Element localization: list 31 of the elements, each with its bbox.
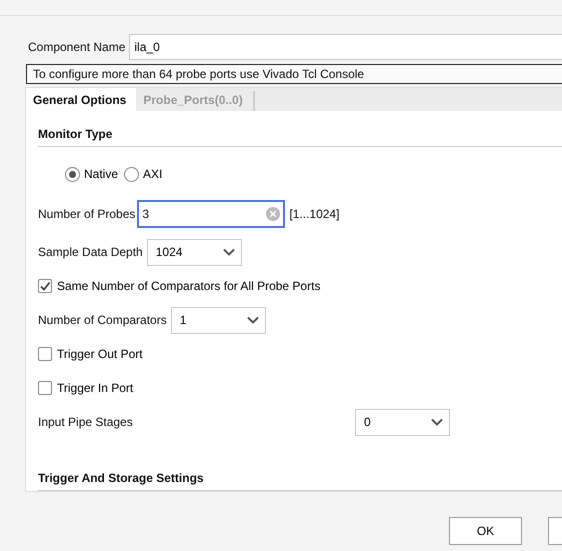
tab[interactable]: General Options — [26, 88, 136, 111]
field-label: Number of Comparators — [38, 312, 167, 329]
section-heading: Trigger And Storage Settings — [38, 469, 562, 491]
checkbox[interactable] — [38, 381, 52, 395]
chevron-icon — [431, 418, 443, 426]
field-label: Number of Probes — [38, 206, 136, 223]
radio-label[interactable]: Native — [84, 165, 118, 183]
checkbox[interactable] — [38, 347, 52, 361]
clear-icon[interactable] — [266, 207, 280, 221]
info-banner: To configure more than 64 probe ports use Vivado Tcl Console — [26, 64, 562, 84]
dropdown[interactable]: 0 — [355, 408, 450, 436]
radio-button[interactable] — [124, 166, 140, 182]
field-label: Component Name — [28, 39, 126, 56]
component-name-field[interactable]: ila_0 — [129, 34, 562, 60]
field-label: Input Pipe Stages — [38, 414, 133, 431]
checkbox-label[interactable]: Same Number of Comparators for All Probe Ports — [57, 277, 320, 295]
ok-button[interactable]: OK — [449, 517, 522, 545]
field-label: Sample Data Depth — [38, 244, 143, 261]
section-heading: Monitor Type — [38, 125, 562, 147]
radio-label[interactable]: AXI — [143, 165, 162, 183]
checkbox[interactable] — [38, 279, 52, 293]
chevron-icon — [246, 316, 259, 324]
dialog-button[interactable] — [548, 517, 562, 545]
range-hint: [1...1024] — [289, 206, 340, 223]
radio-button[interactable] — [65, 166, 80, 182]
chevron-icon — [222, 248, 235, 256]
checkbox-label[interactable]: Trigger In Port — [57, 379, 134, 397]
checkbox-label[interactable]: Trigger Out Port — [57, 345, 143, 363]
dropdown[interactable]: 1024 — [146, 238, 242, 266]
dropdown[interactable]: 1 — [170, 306, 266, 334]
number-field[interactable]: 3 — [137, 200, 286, 228]
